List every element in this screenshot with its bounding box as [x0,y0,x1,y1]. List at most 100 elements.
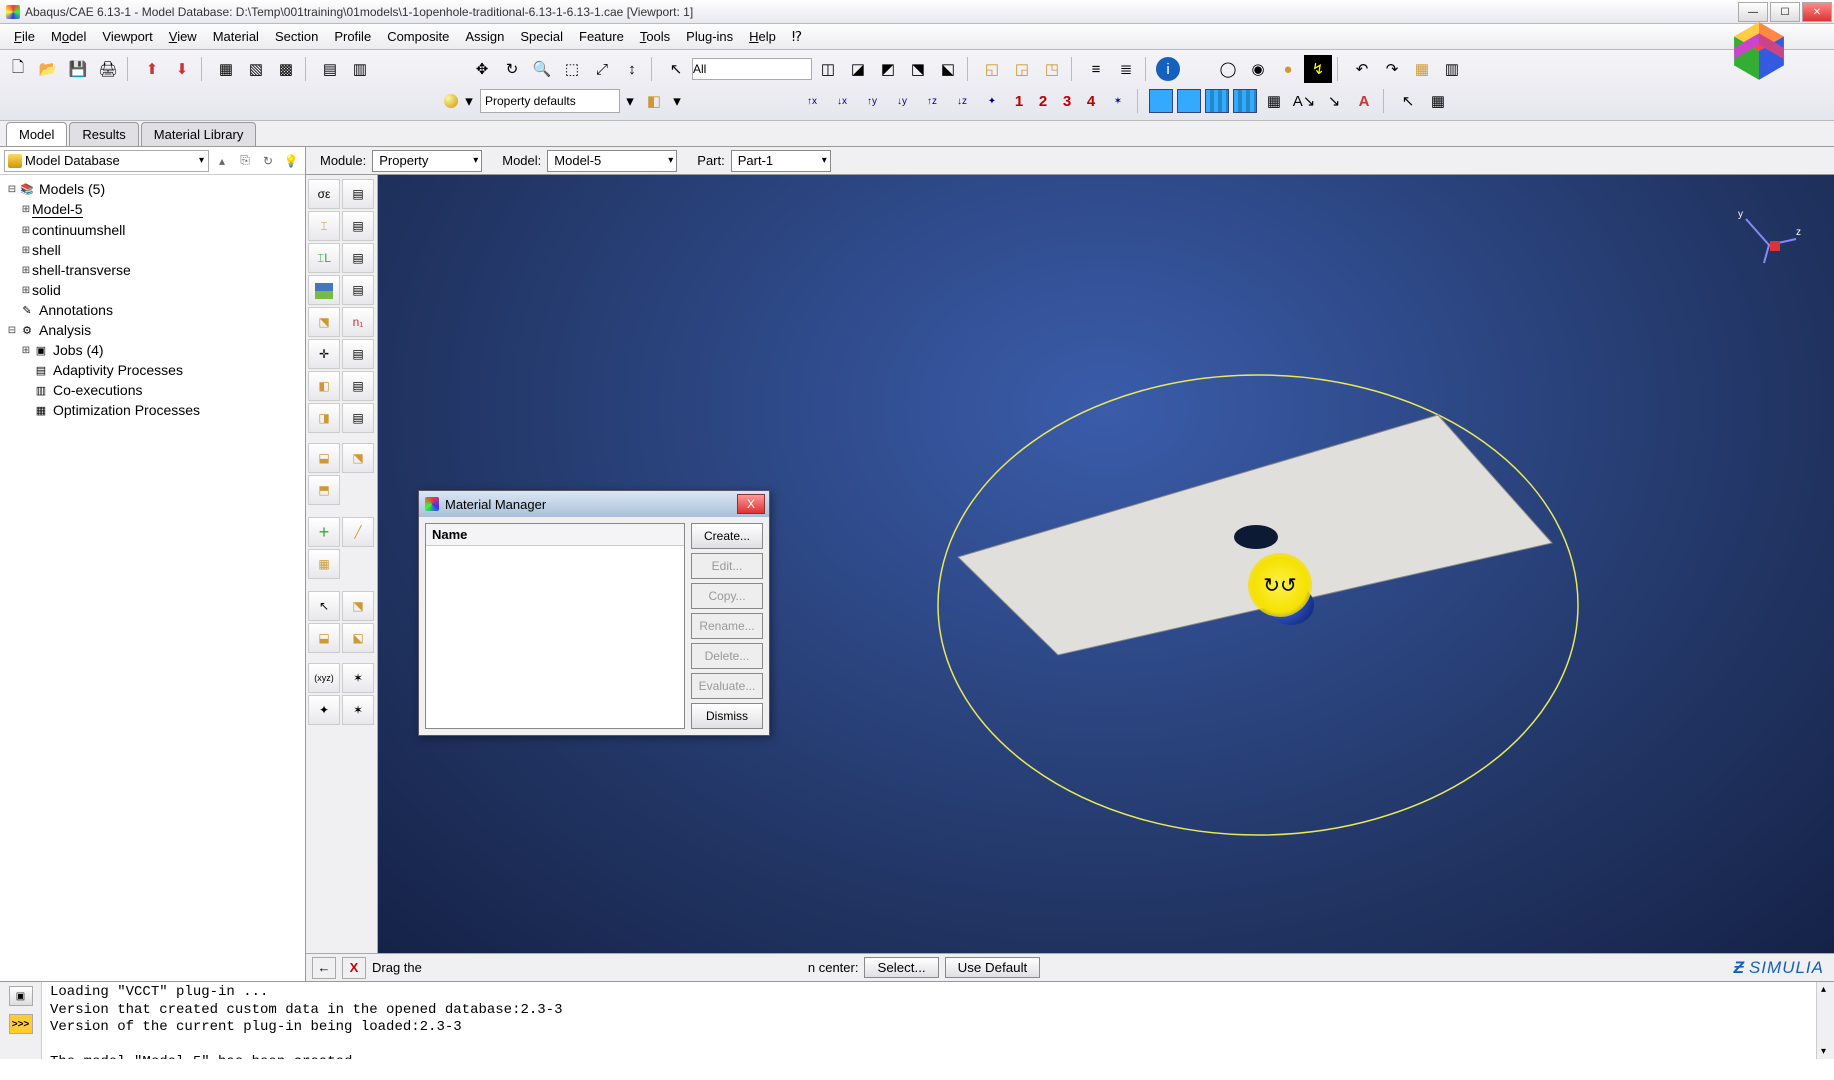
axis-yz-icon[interactable]: ↓y [888,87,916,115]
menu-special[interactable]: Special [512,26,571,47]
module-select[interactable]: Property [372,150,482,172]
iso2-icon[interactable]: ◲ [1008,55,1036,83]
hidden-icon[interactable]: ▧ [242,55,270,83]
tool-datum-icon[interactable]: ✦ [308,695,340,725]
axis-triad-icon[interactable]: ✶ [1104,87,1132,115]
redo-icon[interactable]: ↷ [1378,55,1406,83]
tool-stringer-x-icon[interactable]: ⬔ [342,443,374,473]
menu-viewport[interactable]: Viewport [94,26,160,47]
menu-model[interactable]: Model [43,26,94,47]
tool-section-icon[interactable]: ▤ [342,179,374,209]
tool-rebar-mgr-icon[interactable]: ▤ [342,339,374,369]
tool-orient-icon[interactable] [308,275,340,305]
menu-tools[interactable]: Tools [632,26,678,47]
tree-item[interactable]: ⊞continuumshell [2,220,303,240]
material-manager-dialog[interactable]: Material Manager X Name Create... Edit..… [418,490,770,736]
use-default-button[interactable]: Use Default [945,957,1041,978]
tool-add-icon[interactable]: + [308,517,340,547]
axis-zy-icon[interactable]: ↓z [948,87,976,115]
text-line-icon[interactable]: ↘ [1320,87,1348,115]
tool-csys2-icon[interactable]: ✶ [342,663,374,693]
dialog-titlebar[interactable]: Material Manager X [419,491,769,517]
tool-orient-mgr-icon[interactable]: ▤ [342,275,374,305]
property-defaults-select[interactable] [480,89,620,113]
tool-skin-x-icon[interactable]: n₁ [342,307,374,337]
rotate-icon[interactable]: ↻ [498,55,526,83]
tree-adapt[interactable]: ▤Adaptivity Processes [2,360,303,380]
tree-annotations[interactable]: ✎Annotations [2,300,303,320]
tree-models[interactable]: ⊟📚Models (5) [2,179,303,199]
cli-icon[interactable]: >>> [9,1014,33,1034]
prompt-back-icon[interactable]: ← [312,957,336,979]
color-toggle-icon[interactable]: ↯ [1304,55,1332,83]
render-2-icon[interactable] [1177,89,1201,113]
tree-refresh-icon[interactable]: ↻ [258,151,278,171]
tree-coexec[interactable]: ▥Co-executions [2,380,303,400]
menu-view[interactable]: View [161,26,205,47]
tree-copy-icon[interactable]: ⎘ [235,151,255,171]
shaded-icon[interactable]: ▩ [272,55,300,83]
open-icon[interactable]: 📂 [34,55,62,83]
tool-material-icon[interactable]: σε [308,179,340,209]
material-list[interactable]: Name [425,523,685,729]
tool-q3-icon[interactable]: ⬓ [308,623,340,653]
select-button[interactable]: Select... [864,957,938,978]
tab-material-library[interactable]: Material Library [141,122,257,146]
render-3-icon[interactable] [1205,89,1229,113]
view-3[interactable]: 3 [1056,93,1078,110]
iso1-icon[interactable]: ◱ [978,55,1006,83]
upload-icon[interactable]: ⬆ [138,55,166,83]
grid2-icon[interactable]: ▥ [346,55,374,83]
rename-button[interactable]: Rename... [691,613,763,639]
delete-button[interactable]: Delete... [691,643,763,669]
tool-comp-icon[interactable]: ⬒ [308,475,340,505]
render-opts-icon[interactable]: ▦ [1408,55,1436,83]
pointer-icon[interactable]: ↖ [1394,87,1422,115]
axis-xy-icon[interactable]: ↑x [798,87,826,115]
tool-q2-icon[interactable]: ⬔ [342,591,374,621]
tool-q4-icon[interactable]: ⬕ [342,623,374,653]
ring3-icon[interactable]: ● [1274,55,1302,83]
cube-small-icon[interactable]: ◧ [640,87,668,115]
view-1[interactable]: 1 [1008,93,1030,110]
bulb-icon[interactable]: 💡 [281,151,301,171]
whats-this-icon[interactable]: ⁉ [792,28,802,45]
pan-icon[interactable]: ✥ [468,55,496,83]
render-4-icon[interactable] [1233,89,1257,113]
tab-model[interactable]: Model [6,122,67,146]
wireframe-icon[interactable]: ▦ [212,55,240,83]
zoombox-icon[interactable]: ⬚ [558,55,586,83]
view-4[interactable]: 4 [1080,93,1102,110]
edit-button[interactable]: Edit... [691,553,763,579]
sel5-icon[interactable]: ⬕ [934,55,962,83]
tool-profile-mgr-icon[interactable]: ▤ [342,211,374,241]
color-ball-icon[interactable] [444,94,458,108]
tree-jobs[interactable]: ⊞▣Jobs (4) [2,340,303,360]
final-grid-icon[interactable]: ▦ [1424,87,1452,115]
save-icon[interactable]: 💾 [64,55,92,83]
tool-q1-icon[interactable]: ↖ [308,591,340,621]
tool-stringer-icon[interactable]: ⬓ [308,443,340,473]
text-arrow-icon[interactable]: A↘ [1290,87,1318,115]
dismiss-button[interactable]: Dismiss [691,703,763,729]
grid-b-icon[interactable]: ≣ [1112,55,1140,83]
msg-icon-1[interactable]: ▣ [9,986,33,1006]
tool-special1-icon[interactable]: ◧ [308,371,340,401]
tool-profile-icon[interactable]: ⌶ [308,211,340,241]
menu-feature[interactable]: Feature [571,26,632,47]
grid-a-icon[interactable]: ≡ [1082,55,1110,83]
tool-line-icon[interactable]: ╱ [342,517,374,547]
text-a-icon[interactable]: A [1350,87,1378,115]
iso3-icon[interactable]: ◳ [1038,55,1066,83]
model-tree[interactable]: ⊟📚Models (5) ⊞Model-5 ⊞continuumshell ⊞s… [0,175,305,981]
prompt-cancel-icon[interactable]: X [342,957,366,979]
sel4-icon[interactable]: ⬔ [904,55,932,83]
tab-results[interactable]: Results [69,122,138,146]
tool-rebar-icon[interactable]: ✛ [308,339,340,369]
render-1-icon[interactable] [1149,89,1173,113]
menu-profile[interactable]: Profile [326,26,379,47]
close-button[interactable]: ✕ [1802,2,1832,22]
database-selector[interactable]: Model Database [4,150,209,172]
tree-opt[interactable]: ▦Optimization Processes [2,400,303,420]
tool-special2-mgr-icon[interactable]: ▤ [342,403,374,433]
